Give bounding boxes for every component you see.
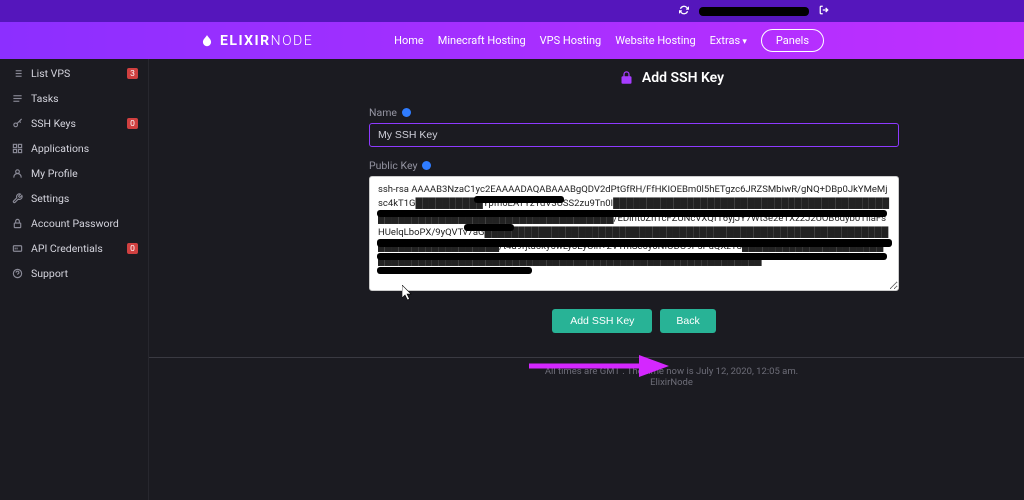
panels-button[interactable]: Panels [761,29,824,52]
user-identity-redacted [699,7,809,16]
profile-icon [12,168,23,179]
main-navbar: ELIXIRNODE Home Minecraft Hosting VPS Ho… [0,22,1024,59]
top-utility-bar [0,0,1024,22]
info-icon[interactable] [402,108,411,117]
sidebar-item-applications[interactable]: Applications [0,136,148,161]
nav-home[interactable]: Home [394,34,424,47]
badge: 0 [127,243,138,254]
page-title-text: Add SSH Key [642,70,724,86]
nav-links: Home Minecraft Hosting VPS Hosting Websi… [394,29,824,52]
sidebar-item-account-password[interactable]: Account Password [0,211,148,236]
support-icon [12,268,23,279]
key-icon [12,118,23,129]
info-icon[interactable] [422,161,431,170]
add-ssh-key-button[interactable]: Add SSH Key [552,309,652,333]
logout-icon[interactable] [819,5,829,18]
sidebar-item-tasks[interactable]: Tasks [0,86,148,111]
brand-logo[interactable]: ELIXIRNODE [200,33,394,49]
brand-text: ELIXIRNODE [220,33,313,49]
footer: All times are GMT . The time now is July… [379,358,964,388]
sidebar-item-label: List VPS [31,67,70,80]
sidebar-item-settings[interactable]: Settings [0,186,148,211]
api-icon [12,243,23,254]
sidebar-item-list-vps[interactable]: List VPS 3 [0,61,148,86]
sidebar-item-label: Tasks [31,92,59,105]
sidebar-item-profile[interactable]: My Profile [0,161,148,186]
sidebar-item-label: SSH Keys [31,117,76,130]
sidebar-item-support[interactable]: Support [0,261,148,286]
name-input[interactable] [369,123,899,147]
wrench-icon [12,193,23,204]
badge: 0 [127,118,138,129]
sidebar-item-label: Settings [31,192,69,205]
sidebar-item-ssh-keys[interactable]: SSH Keys 0 [0,111,148,136]
nav-website[interactable]: Website Hosting [615,34,695,47]
publickey-label: Public Key [369,159,899,172]
list-icon [12,68,23,79]
nav-extras[interactable]: Extras [710,34,747,47]
nav-minecraft[interactable]: Minecraft Hosting [438,34,526,47]
lock-icon [12,218,23,229]
lock-icon [619,69,634,86]
nav-vps[interactable]: VPS Hosting [540,34,602,47]
sidebar-item-label: API Credentials [31,242,103,255]
sidebar-item-label: Account Password [31,217,119,230]
sidebar-item-label: Support [31,267,68,280]
refresh-icon[interactable] [679,5,689,18]
page-title: Add SSH Key [379,69,964,86]
tasks-icon [12,93,23,104]
sidebar-item-label: Applications [31,142,89,155]
back-button[interactable]: Back [660,309,715,333]
flame-icon [200,33,214,49]
sidebar-item-api-credentials[interactable]: API Credentials 0 [0,236,148,261]
apps-icon [12,143,23,154]
sidebar-item-label: My Profile [31,167,78,180]
name-label: Name [369,106,899,119]
badge: 3 [127,68,138,79]
sidebar: List VPS 3 Tasks SSH Keys 0 Applications… [0,59,149,500]
